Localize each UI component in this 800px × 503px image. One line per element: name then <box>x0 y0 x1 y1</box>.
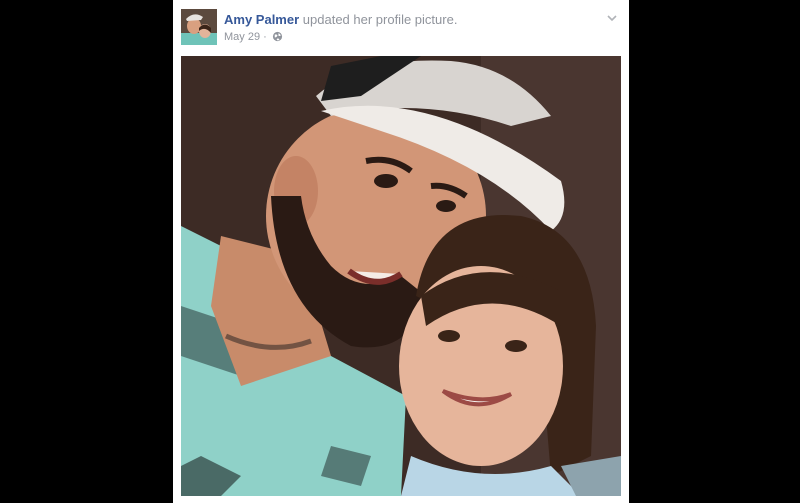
globe-icon[interactable] <box>272 31 283 42</box>
post-date-link[interactable]: May 29 <box>224 31 260 43</box>
author-name-link[interactable]: Amy Palmer <box>224 12 299 27</box>
meta-separator: · <box>263 31 267 43</box>
post-action-text: updated her profile picture. <box>302 12 458 27</box>
chevron-down-icon[interactable] <box>605 11 619 25</box>
post-title-line: Amy Palmer updated her profile picture. <box>224 11 457 28</box>
post-meta-line: May 29 · <box>224 29 457 45</box>
profile-photo[interactable] <box>181 56 621 496</box>
post-card: Amy Palmer updated her profile picture. … <box>173 0 629 503</box>
avatar[interactable] <box>181 9 217 45</box>
post-header: Amy Palmer updated her profile picture. … <box>181 9 621 49</box>
post-header-text: Amy Palmer updated her profile picture. … <box>224 11 457 45</box>
